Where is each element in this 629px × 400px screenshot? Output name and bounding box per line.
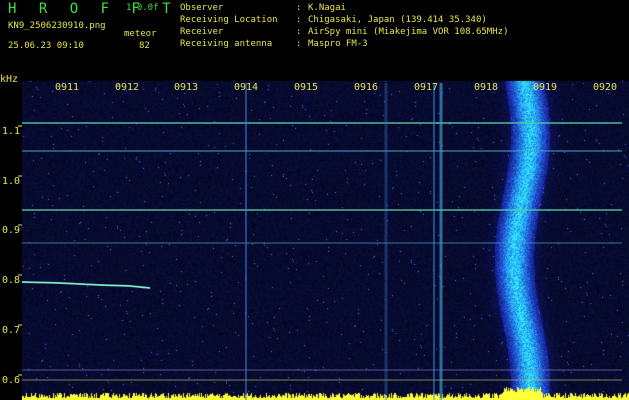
timestamp-label: 25.06.23 09:10 [8,41,84,51]
meta-sep: : [296,27,302,37]
meteor-count: 82 [139,41,150,51]
x-tick-label: 0913 [174,82,198,93]
y-tick-label: 0.6 [2,375,20,386]
spectrogram-overlay: kHz 1.1 1.0 0.9 0.8 0.7 0.6 0911 0912 09… [0,74,622,400]
hroft-window: H R O F F T 1.0.0f KN9_2506230910.png me… [0,0,629,400]
x-tick-label: 0912 [115,82,139,93]
filename-label: KN9_2506230910.png [8,21,106,31]
x-tick-label: 0919 [533,82,557,93]
y-tick-label: 1.1 [2,126,20,137]
y-tick-label: 0.7 [2,325,20,336]
meta-row-observer: Observer: K.Nagai [180,4,346,13]
y-tick-label: 0.8 [2,275,20,286]
meta-value: Chigasaki, Japan (139.414 35.340) [308,15,487,25]
meta-row-receiver: Receiver: AirSpy mini (Miakejima VOR 108.… [180,28,508,37]
x-tick-label: 0920 [593,82,617,93]
meta-value: K.Nagai [308,3,346,13]
meta-sep: : [296,39,302,49]
meta-key: Receiver [180,27,224,37]
x-tick-label: 0918 [474,82,498,93]
y-tick-label: 0.9 [2,225,20,236]
y-axis: kHz 1.1 1.0 0.9 0.8 0.7 0.6 [0,74,22,386]
header-panel: H R O F F T 1.0.0f KN9_2506230910.png me… [0,0,629,70]
meta-key: Receiving Location [180,15,278,25]
y-tick-label: 1.0 [2,176,20,187]
x-tick-label: 0914 [234,82,258,93]
meta-row-location: Receiving Location: Chigasaki, Japan (139… [180,16,487,25]
meta-sep: : [296,3,302,13]
meteor-label: meteor [124,29,157,39]
meta-value: Maspro FM-3 [308,39,368,49]
x-tick-label: 0916 [354,82,378,93]
version-label: 1.0.0f [126,3,159,13]
y-axis-unit: kHz [0,74,18,85]
meta-sep: : [296,15,302,25]
x-axis: 0911 0912 0913 0914 0915 0916 0917 0918 … [55,82,617,93]
x-tick-label: 0915 [294,82,318,93]
x-tick-label: 0911 [55,82,79,93]
meta-key: Observer [180,3,224,13]
spectrogram-panel: kHz 1.1 1.0 0.9 0.8 0.7 0.6 0911 0912 09… [0,71,629,400]
meta-value: AirSpy mini (Miakejima VOR 108.65MHz) [308,27,509,37]
meta-row-antenna: Receiving antenna: Maspro FM-3 [180,40,368,49]
meta-key: Receiving antenna [180,39,273,49]
x-tick-label: 0917 [414,82,438,93]
